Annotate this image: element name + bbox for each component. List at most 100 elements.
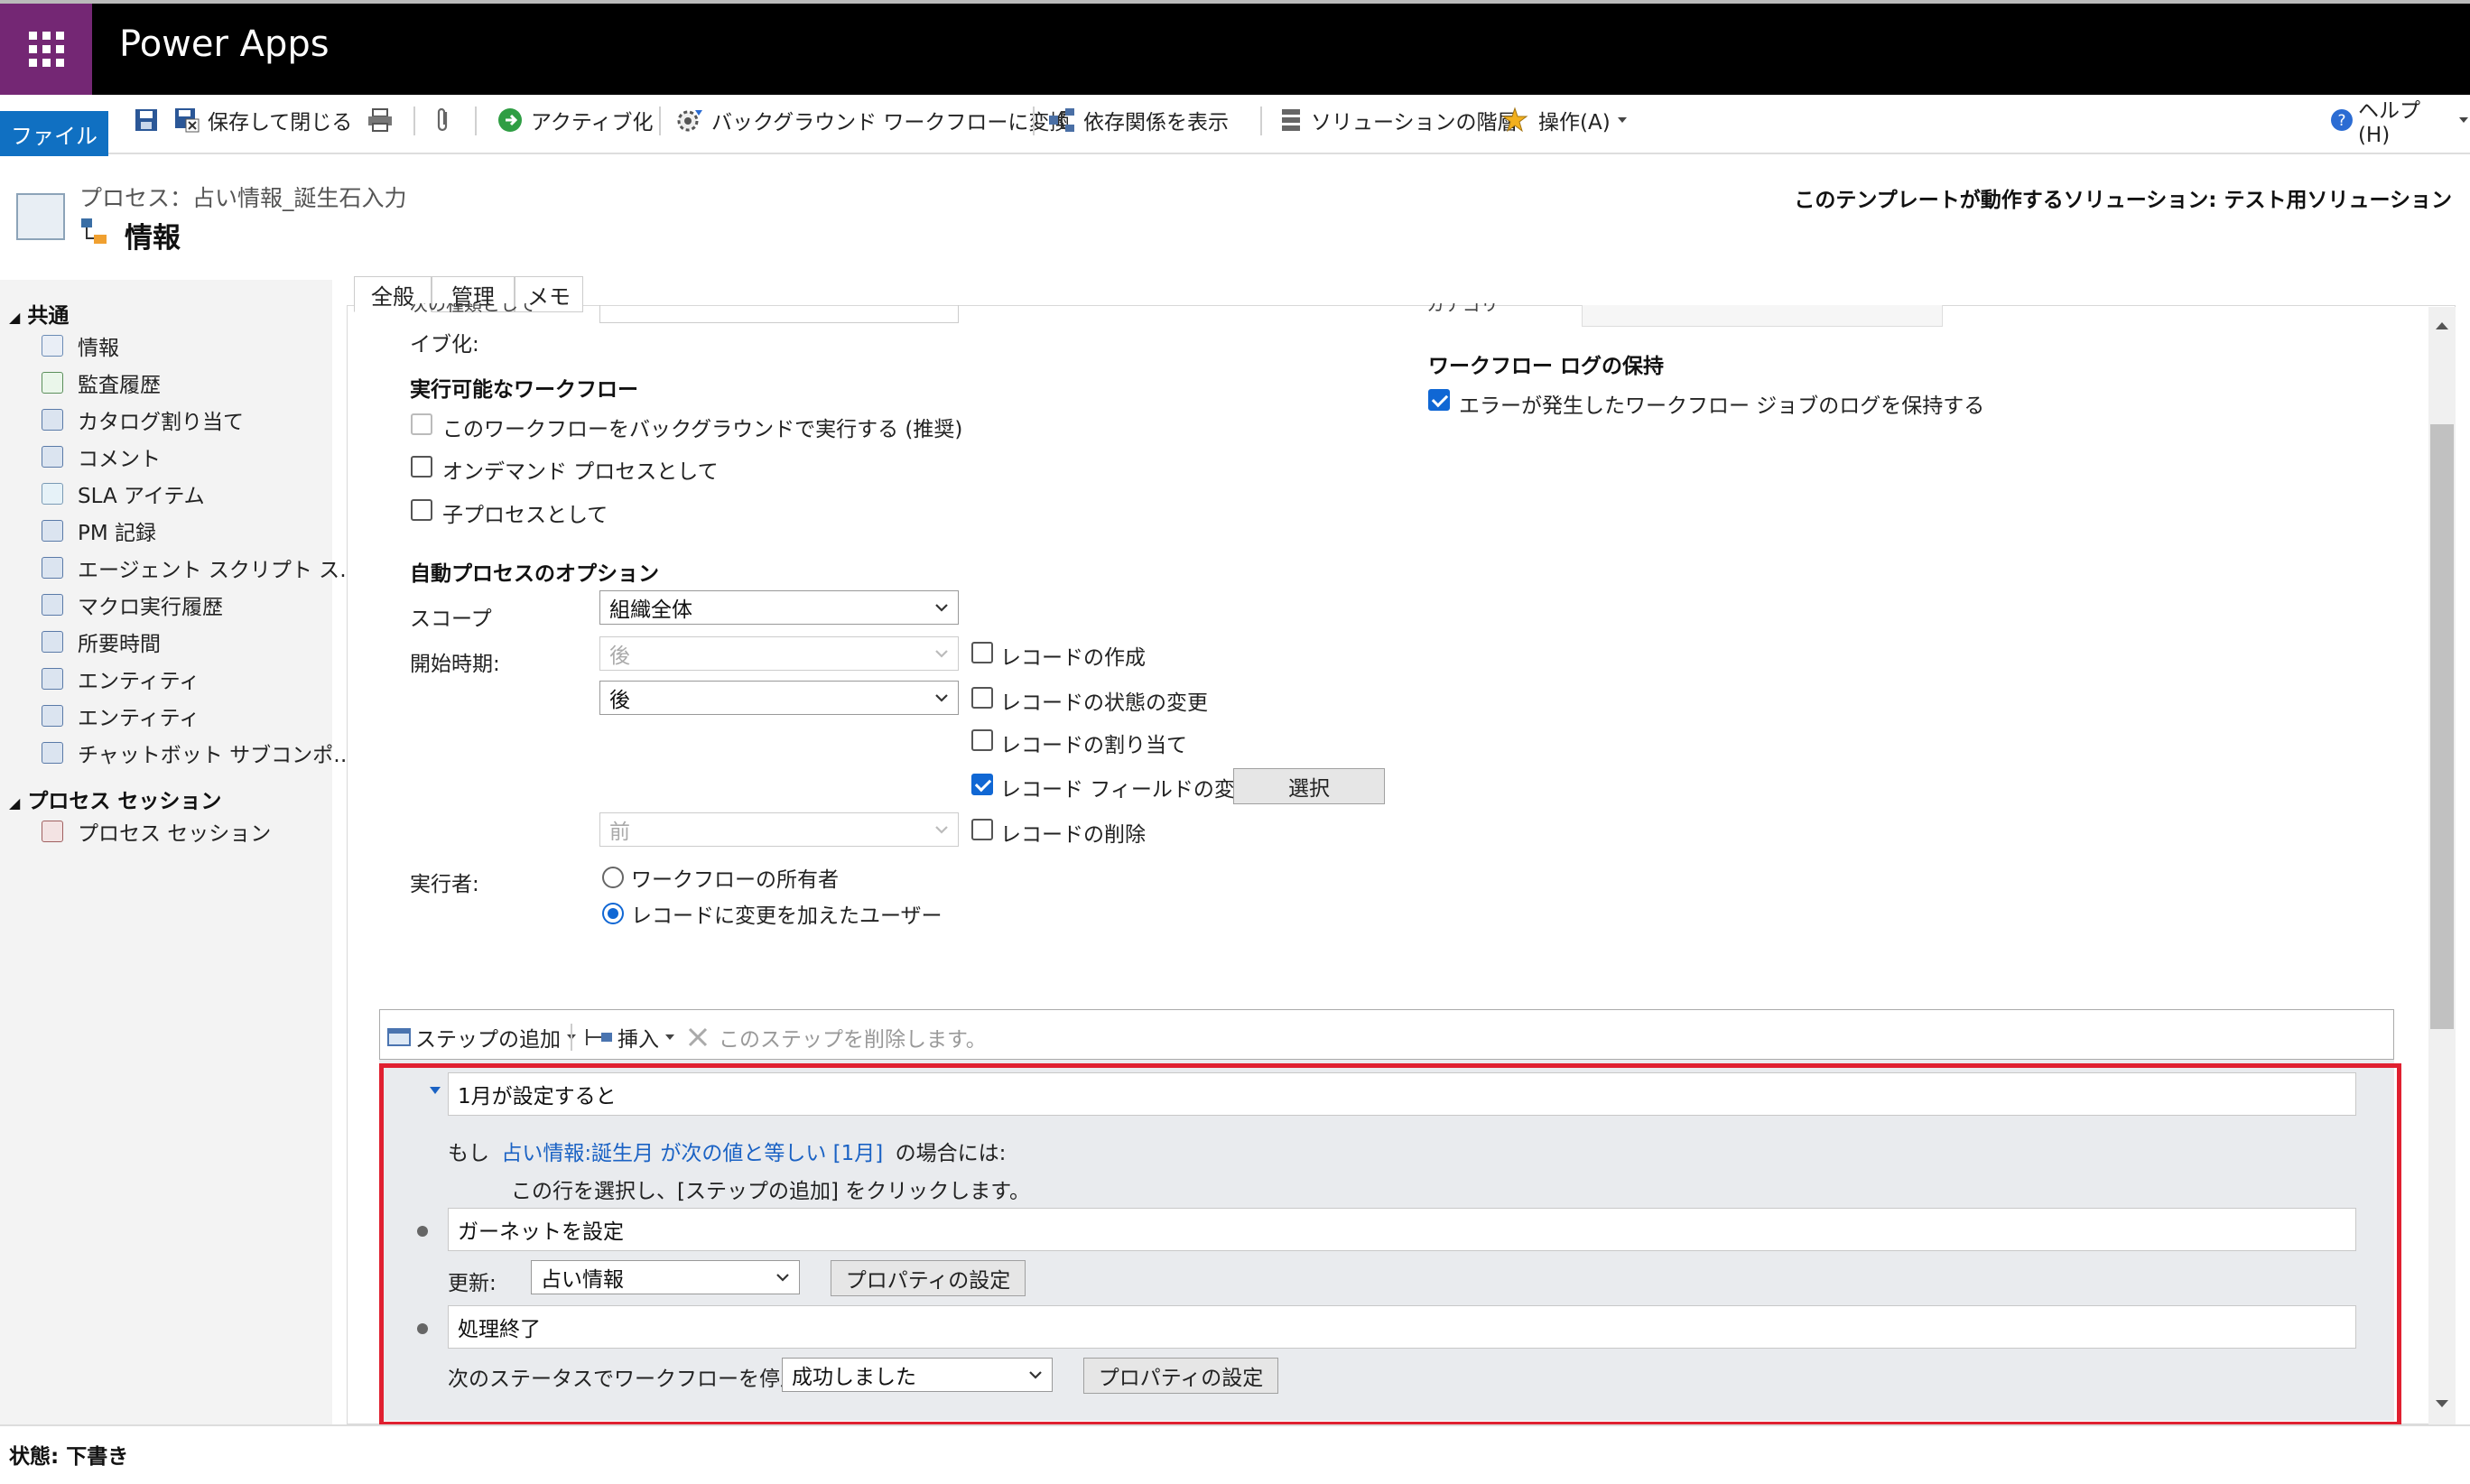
sidebar-item-label: 情報 (78, 337, 119, 360)
sidebar-group-label: 共通 (27, 304, 70, 328)
help-menu-button[interactable]: ? ヘルプ(H) (2329, 99, 2470, 147)
cut-label-activate-as: 次の種類として (410, 303, 536, 315)
chevron-down-icon (1617, 117, 1627, 123)
sidebar-item-sla[interactable]: SLA アイテム (42, 478, 205, 509)
sidebar-item-entity-2[interactable]: エンティティ (42, 700, 200, 731)
process-entity-icon (16, 193, 65, 240)
sidebar-item-agent-script[interactable]: エージェント スクリプト ス… (42, 552, 360, 583)
sidebar-item-process-session[interactable]: プロセス セッション (42, 816, 271, 847)
ribbon-separator (475, 107, 477, 135)
insert-label: 挿入 (618, 1028, 659, 1052)
background-run-checkbox[interactable] (411, 413, 432, 435)
sidebar-item-entity-1[interactable]: エンティティ (42, 663, 200, 694)
delete-step-button[interactable]: このステップを削除します。 (686, 1022, 987, 1053)
keep-error-logs-checkbox[interactable] (1428, 389, 1450, 411)
insert-step-button[interactable]: 挿入 (583, 1022, 675, 1053)
convert-background-workflow-button[interactable]: バックグラウンド ワークフローに変換 (675, 105, 1070, 135)
sidebar-group-common[interactable]: ◢ 共通 (9, 298, 69, 329)
collapse-triangle-icon: ◢ (9, 794, 21, 812)
sidebar-group-process-session[interactable]: ◢ プロセス セッション (9, 784, 221, 814)
ribbon-separator (1260, 107, 1262, 135)
cut-activate-as-field[interactable] (599, 305, 959, 323)
scrollbar-thumb[interactable] (2430, 424, 2454, 1029)
chevron-down-icon (935, 694, 948, 702)
svg-text:?: ? (2337, 112, 2345, 130)
solution-layers-button[interactable]: ソリューションの階層 (1278, 105, 1518, 135)
start-timing-delete-value: 前 (609, 821, 630, 844)
record-assign-checkbox[interactable] (971, 729, 993, 751)
start-timing-status-select[interactable]: 後 (599, 681, 959, 715)
log-retention-section-title: ワークフロー ログの保持 (1428, 355, 1665, 378)
convert-gear-icon (677, 110, 702, 132)
sidebar-item-info[interactable]: 情報 (42, 330, 119, 361)
add-step-label: ステップの追加 (415, 1028, 561, 1052)
save-button[interactable] (134, 105, 166, 135)
sidebar-item-label: エンティティ (78, 707, 200, 730)
sidebar-item-label: コメント (78, 448, 161, 471)
sla-icon (42, 483, 63, 505)
scroll-down-arrow-icon[interactable] (2434, 1397, 2450, 1410)
on-demand-checkbox[interactable] (411, 456, 432, 478)
chevron-down-icon (2459, 117, 2469, 123)
sidebar-item-chatbot[interactable]: チャットボット サブコンポ… (42, 737, 354, 768)
child-process-checkbox[interactable] (411, 499, 432, 521)
exec-workflow-section-title: 実行可能なワークフロー (410, 378, 638, 402)
record-status-change-label: レコードの状態の変更 (1000, 691, 1208, 715)
start-timing-delete-select[interactable]: 前 (599, 812, 959, 847)
scroll-up-arrow-icon[interactable] (2434, 320, 2450, 332)
sidebar-item-pm-record[interactable]: PM 記録 (42, 515, 156, 546)
app-title: Power Apps (119, 23, 330, 65)
attach-button[interactable] (433, 105, 460, 135)
record-create-checkbox[interactable] (971, 642, 993, 663)
ribbon-separator (413, 107, 415, 135)
audit-icon (42, 372, 63, 394)
sidebar-item-label: マクロ実行履歴 (78, 596, 223, 619)
run-as-owner-radio[interactable] (602, 867, 624, 888)
show-dependencies-button[interactable]: 依存関係を表示 (1047, 105, 1229, 135)
convert-label: バックグラウンド ワークフローに変換 (711, 111, 1071, 134)
activate-icon (498, 108, 522, 132)
record-delete-label: レコードの削除 (1000, 823, 1146, 847)
sidebar-item-audit-history[interactable]: 監査履歴 (42, 367, 161, 398)
activate-label: アクティブ化 (531, 111, 654, 134)
start-timing-create-value: 後 (609, 645, 630, 668)
record-delete-checkbox[interactable] (971, 819, 993, 840)
dependencies-label: 依存関係を表示 (1083, 111, 1229, 134)
actions-label: 操作(A) (1538, 111, 1611, 134)
sidebar-item-catalog-assignment[interactable]: カタログ割り当て (42, 404, 244, 435)
record-status-change-checkbox[interactable] (971, 687, 993, 709)
collapse-triangle-icon: ◢ (9, 309, 21, 326)
sidebar-item-duration[interactable]: 所要時間 (42, 626, 161, 657)
chevron-down-icon (665, 1034, 674, 1040)
add-step-button[interactable]: ステップの追加 (386, 1022, 577, 1053)
status-divider (0, 1424, 2470, 1426)
sidebar-item-macro-history[interactable]: マクロ実行履歴 (42, 589, 223, 620)
run-as-modifier-radio[interactable] (602, 903, 624, 924)
start-timing-create-select[interactable]: 後 (599, 636, 959, 671)
actions-menu-button[interactable]: 操作(A) (1502, 105, 1629, 135)
record-field-change-checkbox[interactable] (971, 774, 993, 795)
process-breadcrumb: プロセス：占い情報_誕生石入力 (79, 185, 407, 211)
toolbar-separator (571, 1024, 572, 1051)
record-create-label: レコードの作成 (1000, 646, 1146, 670)
activate-button[interactable]: アクティブ化 (497, 105, 653, 135)
record-assign-label: レコードの割り当て (1000, 734, 1187, 757)
sidebar-item-label: プロセス セッション (78, 822, 272, 846)
solution-layers-label: ソリューションの階層 (1311, 111, 1518, 134)
save-and-close-button[interactable]: 保存して閉じる (173, 105, 352, 135)
delete-step-label: このステップを削除します。 (719, 1028, 987, 1052)
entity-gear-icon (42, 557, 63, 579)
scope-select[interactable]: 組織全体 (599, 590, 959, 625)
run-as-modifier-label: レコードに変更を加えたユーザー (631, 904, 942, 928)
app-launcher-button[interactable] (0, 4, 92, 95)
file-tab[interactable]: ファイル (0, 111, 108, 156)
sidebar-item-comment[interactable]: コメント (42, 441, 161, 472)
cut-category-field (1582, 305, 1943, 327)
select-fields-button[interactable]: 選択 (1233, 768, 1385, 804)
session-icon (42, 821, 63, 842)
keep-error-logs-label: エラーが発生したワークフロー ジョブのログを保持する (1459, 394, 1985, 418)
cut-label-activate-as-2: イブ化: (410, 333, 479, 357)
print-button[interactable] (367, 105, 401, 135)
chevron-down-icon (935, 604, 948, 612)
paperclip-icon (437, 107, 448, 132)
